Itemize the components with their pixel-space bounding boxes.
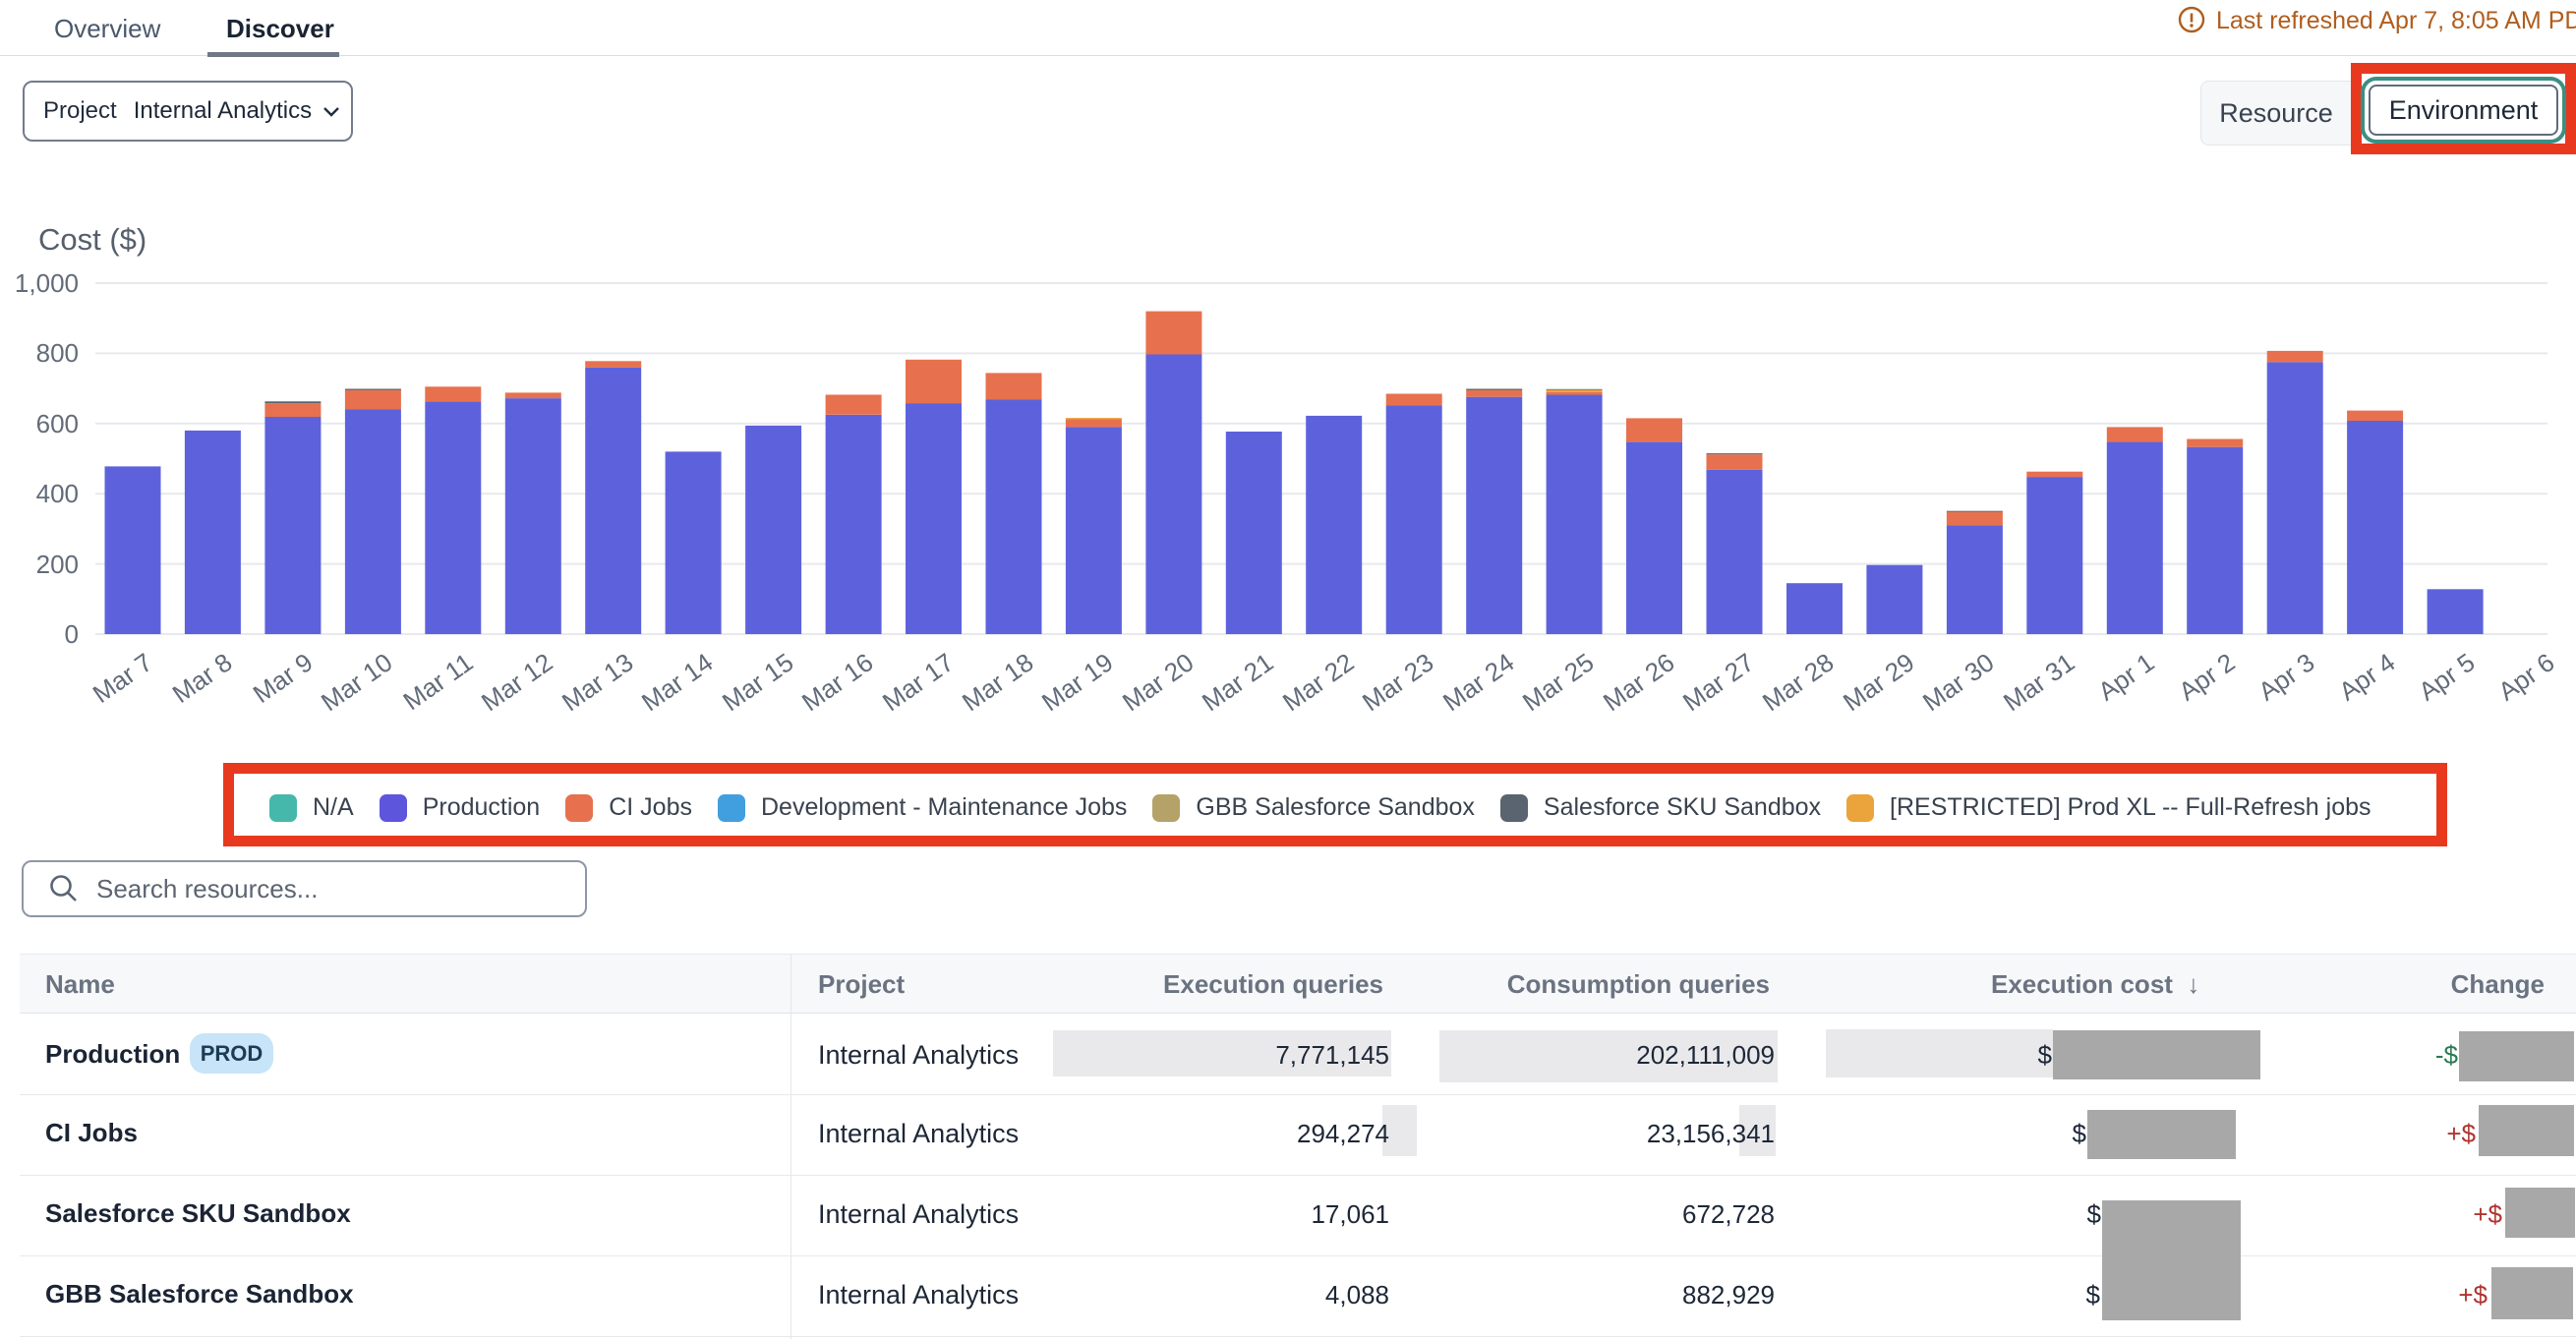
svg-text:Mar 28: Mar 28 — [1757, 647, 1839, 717]
svg-text:Mar 24: Mar 24 — [1437, 647, 1519, 717]
svg-text:Apr 4: Apr 4 — [2333, 647, 2400, 706]
svg-text:Apr 2: Apr 2 — [2173, 647, 2240, 706]
svg-text:0: 0 — [65, 619, 79, 649]
svg-text:Mar 21: Mar 21 — [1197, 647, 1278, 717]
svg-text:Mar 19: Mar 19 — [1036, 647, 1118, 717]
svg-text:Mar 29: Mar 29 — [1838, 647, 1919, 717]
svg-text:Mar 20: Mar 20 — [1117, 647, 1199, 717]
svg-text:Mar 13: Mar 13 — [556, 647, 638, 717]
svg-text:Mar 27: Mar 27 — [1677, 647, 1759, 717]
svg-text:Apr 1: Apr 1 — [2092, 647, 2159, 706]
svg-text:Apr 5: Apr 5 — [2413, 647, 2480, 706]
svg-text:Apr 6: Apr 6 — [2492, 647, 2559, 706]
svg-text:400: 400 — [36, 479, 79, 508]
svg-text:Mar 8: Mar 8 — [167, 647, 238, 709]
svg-text:Mar 25: Mar 25 — [1517, 647, 1599, 717]
svg-text:Mar 18: Mar 18 — [957, 647, 1038, 717]
svg-text:1,000: 1,000 — [15, 268, 79, 298]
svg-text:Mar 22: Mar 22 — [1277, 647, 1359, 717]
svg-text:Apr 3: Apr 3 — [2253, 647, 2319, 706]
svg-text:Mar 11: Mar 11 — [398, 647, 479, 716]
svg-text:Mar 23: Mar 23 — [1357, 647, 1438, 717]
svg-text:Cost ($): Cost ($) — [38, 222, 146, 257]
svg-text:Mar 9: Mar 9 — [248, 647, 319, 709]
svg-text:Mar 17: Mar 17 — [877, 647, 959, 717]
svg-text:Mar 16: Mar 16 — [796, 647, 878, 717]
svg-text:200: 200 — [36, 550, 79, 579]
svg-text:600: 600 — [36, 409, 79, 438]
svg-text:Mar 7: Mar 7 — [88, 647, 158, 709]
svg-text:Mar 31: Mar 31 — [1998, 647, 2079, 717]
svg-text:Mar 14: Mar 14 — [636, 647, 718, 717]
svg-text:Mar 30: Mar 30 — [1917, 647, 1999, 717]
svg-text:Mar 15: Mar 15 — [717, 647, 798, 717]
svg-text:Mar 26: Mar 26 — [1598, 647, 1679, 717]
svg-text:Mar 12: Mar 12 — [476, 647, 557, 717]
svg-text:Mar 10: Mar 10 — [316, 647, 397, 717]
svg-text:800: 800 — [36, 338, 79, 368]
